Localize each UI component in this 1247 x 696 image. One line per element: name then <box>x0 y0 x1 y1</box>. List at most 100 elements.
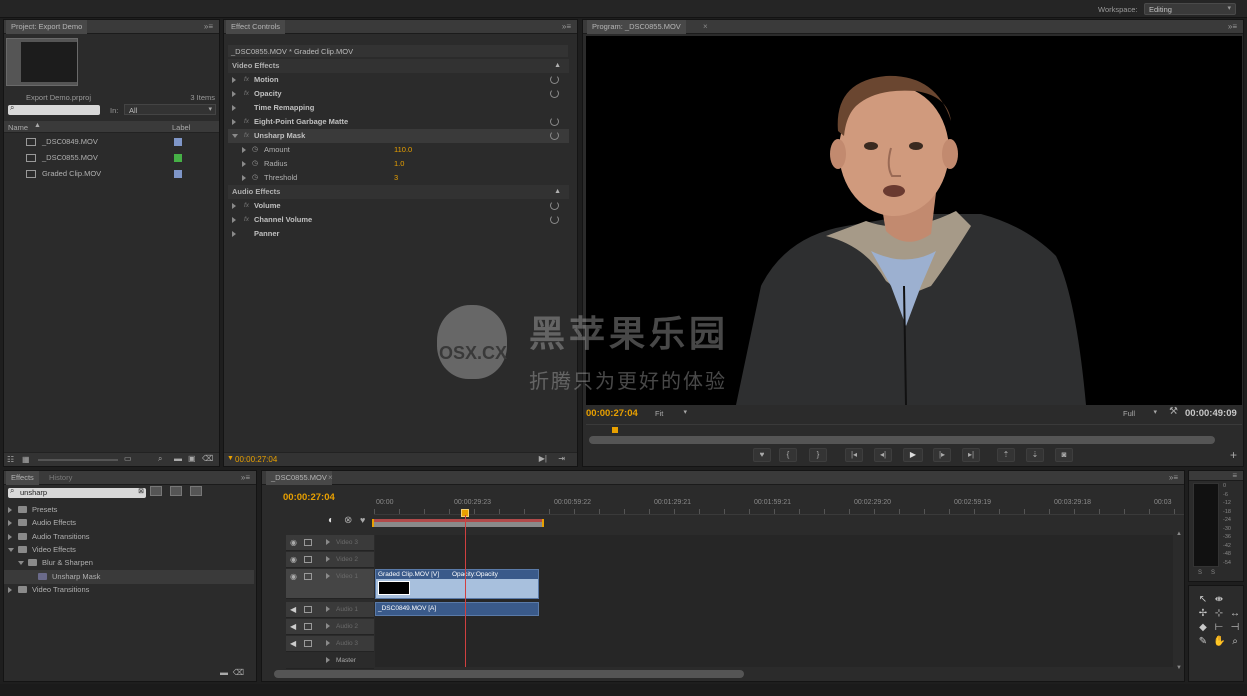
lock-icon[interactable] <box>304 606 312 613</box>
lift-button[interactable]: ⇡ <box>997 448 1015 462</box>
panel-menu-icon[interactable]: »≡ <box>241 473 250 482</box>
program-scrollbar[interactable] <box>589 436 1215 444</box>
link-icon[interactable]: ⊗ <box>344 515 352 526</box>
tab-project[interactable]: Project: Export Demo <box>6 20 88 34</box>
delete-icon[interactable]: ⌫ <box>233 668 244 677</box>
effects-tree-item[interactable]: Unsharp Mask <box>4 569 254 584</box>
lock-icon[interactable] <box>304 623 312 630</box>
expand-icon[interactable] <box>242 143 250 157</box>
effect-param-row[interactable]: ◷ Radius 1.0 <box>228 157 569 171</box>
expand-icon[interactable] <box>8 583 16 597</box>
list-view-icon[interactable]: ☷ <box>7 455 14 464</box>
expand-icon[interactable] <box>326 552 334 568</box>
add-button-icon[interactable]: + <box>1230 448 1237 462</box>
add-marker-button[interactable]: ♥ <box>753 448 771 462</box>
expand-icon[interactable] <box>242 171 250 185</box>
automate-icon[interactable]: ▭ <box>124 454 132 463</box>
track-header[interactable]: ◉ Video 2 <box>286 552 374 568</box>
track-header[interactable]: ◀ Audio 1 <box>286 602 374 618</box>
expand-icon[interactable] <box>232 73 240 87</box>
reset-icon[interactable] <box>550 201 559 210</box>
panel-menu-icon[interactable]: ≡ <box>1232 471 1237 480</box>
lock-icon[interactable] <box>304 640 312 647</box>
32bit-effects-icon[interactable] <box>170 486 182 496</box>
effects-search-input[interactable]: ⌕ unsharp ⊠ <box>8 486 146 498</box>
hand-tool-icon[interactable]: ✋ <box>1213 636 1225 648</box>
snap-icon[interactable]: ◐ <box>328 515 334 526</box>
param-value[interactable]: 110.0 <box>394 143 412 157</box>
expand-icon[interactable] <box>232 87 240 101</box>
effects-tree-item[interactable]: Blur & Sharpen <box>4 556 254 570</box>
eye-icon[interactable]: ◉ <box>290 569 297 585</box>
expand-icon[interactable] <box>242 157 250 171</box>
lock-icon[interactable] <box>304 539 312 546</box>
track-header[interactable]: ◀ Audio 2 <box>286 619 374 635</box>
close-icon[interactable]: × <box>703 22 708 31</box>
new-bin-icon[interactable]: ▬ <box>220 668 228 677</box>
video-effect-row[interactable]: fx Opacity <box>228 87 569 101</box>
param-value[interactable]: 1.0 <box>394 157 404 171</box>
fx-icon[interactable]: fx <box>244 129 249 143</box>
zoom-tool-icon[interactable]: ⌕ <box>1229 636 1241 648</box>
eye-icon[interactable]: ◉ <box>290 552 297 568</box>
effects-tree-item[interactable]: Audio Effects <box>4 516 254 530</box>
effect-param-row[interactable]: ◷ Amount 110.0 <box>228 143 569 157</box>
collapse-up-icon[interactable]: ▲ <box>554 59 561 73</box>
program-mini-ruler[interactable] <box>586 424 1242 436</box>
reset-icon[interactable] <box>550 131 559 140</box>
expand-icon[interactable] <box>8 543 18 557</box>
video-clip-fx-label[interactable]: Opacity:Opacity <box>452 570 498 579</box>
expand-icon[interactable] <box>232 129 242 143</box>
video-effect-row[interactable]: fx Unsharp Mask <box>228 129 569 143</box>
marker-icon[interactable]: ♥ <box>360 515 365 525</box>
expand-icon[interactable] <box>232 213 240 227</box>
wrench-icon[interactable]: ⚒ <box>1169 406 1178 417</box>
rolling-edit-tool-icon[interactable]: ⊹ <box>1213 608 1225 620</box>
fit-select[interactable]: Fit ▾ <box>651 408 689 419</box>
expand-icon[interactable] <box>8 503 16 517</box>
project-item[interactable]: Graded Clip.MOV <box>4 167 219 181</box>
stopwatch-icon[interactable]: ◷ <box>252 171 258 185</box>
play-audio-icon[interactable]: ▶| <box>539 454 547 463</box>
close-icon[interactable]: × <box>328 473 333 482</box>
tab-history[interactable]: History <box>44 471 77 485</box>
project-item[interactable]: _DSC0849.MOV <box>4 135 219 149</box>
export-icon[interactable]: ⇥ <box>558 454 565 463</box>
expand-icon[interactable] <box>326 535 334 551</box>
expand-icon[interactable] <box>326 569 334 585</box>
expand-icon[interactable] <box>232 101 240 115</box>
expand-icon[interactable] <box>8 516 16 530</box>
video-effect-row[interactable]: fx Motion <box>228 73 569 87</box>
timeline-timecode[interactable]: 00:00:27:04 <box>283 492 335 503</box>
param-value[interactable]: 3 <box>394 171 398 185</box>
fx-icon[interactable]: fx <box>244 115 249 129</box>
effects-tree-item[interactable]: Video Effects <box>4 543 254 557</box>
quality-select[interactable]: Full ▾ <box>1119 408 1159 419</box>
label-swatch[interactable] <box>174 170 182 178</box>
audio-effect-row[interactable]: fx Channel Volume <box>228 213 569 227</box>
lock-icon[interactable] <box>304 556 312 563</box>
expand-icon[interactable] <box>326 602 334 618</box>
tab-effect-controls[interactable]: Effect Controls <box>226 20 286 34</box>
track-header[interactable]: ◉ Video 1 <box>286 569 374 599</box>
track-select-tool-icon[interactable]: ⇼ <box>1213 594 1225 606</box>
panel-menu-icon[interactable]: »≡ <box>1169 473 1178 482</box>
speaker-icon[interactable]: ◀ <box>290 636 296 652</box>
new-bin-icon[interactable]: ▬ <box>174 454 182 463</box>
project-item[interactable]: _DSC0855.MOV <box>4 151 219 165</box>
selection-tool-icon[interactable]: ↖ <box>1197 594 1209 606</box>
speaker-icon[interactable]: ◀ <box>290 619 296 635</box>
label-swatch[interactable] <box>174 154 182 162</box>
column-label[interactable]: Label <box>172 123 190 132</box>
track-header[interactable]: ◉ Video 3 <box>286 535 374 551</box>
effect-param-row[interactable]: ◷ Threshold 3 <box>228 171 569 185</box>
timeline-hscrollbar[interactable] <box>274 670 744 678</box>
razor-tool-icon[interactable]: ◆ <box>1197 622 1209 634</box>
effects-tree-item[interactable]: Video Transitions <box>4 583 254 597</box>
expand-icon[interactable] <box>8 530 16 544</box>
panel-menu-icon[interactable]: »≡ <box>562 22 571 31</box>
expand-icon[interactable] <box>232 199 240 213</box>
expand-icon[interactable] <box>326 636 334 652</box>
fx-icon[interactable]: fx <box>244 213 249 227</box>
expand-icon[interactable] <box>232 227 240 241</box>
